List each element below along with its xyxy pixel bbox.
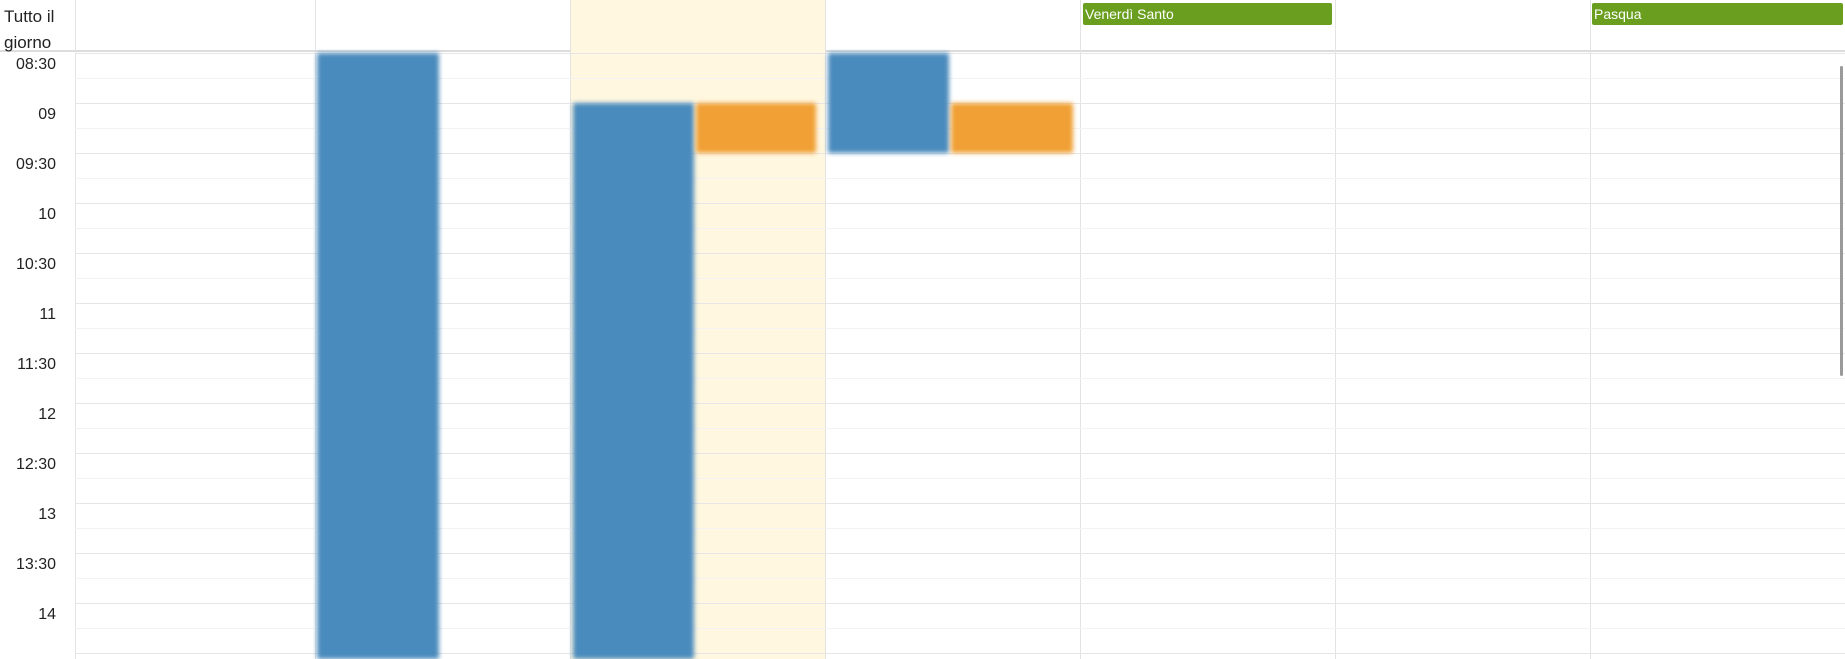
time-label: 11: [39, 306, 56, 323]
vertical-scrollbar[interactable]: [1840, 66, 1843, 376]
time-label: 13:30: [15, 556, 56, 573]
calendar-event[interactable]: [317, 53, 439, 659]
time-label: 11:30: [17, 356, 56, 373]
all-day-row: Tutto il giorno Venerdì Santo Pasqua: [0, 0, 1845, 52]
all-day-label: Tutto il giorno: [4, 7, 55, 52]
time-gutter: 08:30 09 09:30 10 10:30 11 11:30 12 12:3…: [0, 50, 75, 659]
day-column[interactable]: [75, 50, 316, 659]
all-day-event[interactable]: Pasqua: [1592, 3, 1843, 25]
all-day-cell[interactable]: Pasqua: [1590, 0, 1845, 50]
all-day-cell[interactable]: Venerdì Santo: [1080, 0, 1336, 50]
day-column[interactable]: [1080, 50, 1336, 659]
time-label: 09: [38, 106, 56, 123]
time-label: 12: [38, 406, 56, 423]
calendar-event[interactable]: [951, 103, 1073, 153]
calendar-event[interactable]: [696, 103, 816, 153]
time-label: 13: [38, 506, 56, 523]
all-day-cell[interactable]: [315, 0, 571, 50]
all-day-cell[interactable]: [825, 0, 1081, 50]
time-label: 14: [38, 606, 56, 623]
time-label: 08:30: [15, 56, 56, 73]
all-day-cell-today[interactable]: [570, 0, 826, 50]
day-column[interactable]: [1335, 50, 1591, 659]
time-label: 09:30: [15, 156, 56, 173]
calendar-event[interactable]: [828, 53, 949, 153]
all-day-cell[interactable]: [1335, 0, 1591, 50]
all-day-cell[interactable]: [75, 0, 316, 50]
calendar-week-view: Tutto il giorno Venerdì Santo Pasqua 08:…: [0, 0, 1845, 659]
time-label: 10: [38, 206, 56, 223]
calendar-event[interactable]: [573, 103, 694, 659]
time-label: 10:30: [15, 256, 56, 273]
all-day-event[interactable]: Venerdì Santo: [1083, 3, 1332, 25]
day-column[interactable]: [1590, 50, 1845, 659]
time-label: 12:30: [15, 456, 56, 473]
